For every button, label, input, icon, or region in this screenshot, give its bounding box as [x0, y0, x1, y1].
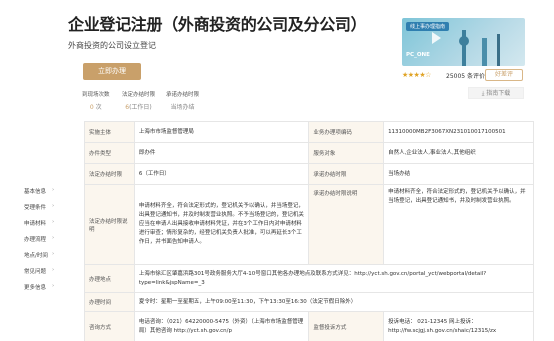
download-guide-button[interactable]: ⤓ 指南下载 — [468, 87, 524, 99]
guide-video-thumbnail[interactable]: 线上事办理指南 PC_ONE — [402, 18, 525, 66]
consult-value: 电话咨询：（021）64220000-5475（外资）（上海市市场监督管理局）其… — [133, 311, 310, 341]
nav-item-materials[interactable]: 申请材料 › — [24, 219, 66, 227]
stat-value: 0 — [89, 104, 94, 111]
video-label: PC_ONE — [406, 52, 430, 58]
skyline-icon — [459, 36, 469, 46]
consult-label: 咨询方式 — [84, 311, 135, 341]
stat-label: 承诺办结时限 — [166, 92, 200, 98]
stat-label: 法定办结时限 — [122, 92, 156, 98]
nav-item-location-time[interactable]: 地点/时间 › — [24, 251, 66, 259]
chevron-right-icon: › — [52, 203, 55, 209]
nav-item-process[interactable]: 办理流程 › — [24, 235, 66, 243]
legal-limit-label: 法定办结时限 — [84, 163, 135, 185]
complaint-value: 投诉电话： 021-12345 网上投诉：http://fw.scjgj.sh.… — [383, 311, 534, 341]
table-row: 咨询方式 电话咨询：（021）64220000-5475（外资）（上海市市场监督… — [84, 311, 534, 341]
nav-item-basic-info[interactable]: 基本信息 › — [24, 187, 66, 195]
nav-label: 更多信息 — [24, 285, 47, 291]
nav-label: 常见问题 — [24, 269, 47, 275]
chevron-right-icon: › — [52, 283, 55, 289]
nav-item-faq[interactable]: 常见问题 › — [24, 267, 66, 275]
nav-item-more-info[interactable]: 更多信息 › — [24, 283, 66, 291]
nav-item-conditions[interactable]: 受理条件 › — [24, 203, 66, 211]
complaint-label: 监督投诉方式 — [308, 311, 385, 341]
promise-desc-value: 申请材料齐全，符合法定形式的，登记机关予以确认，并当场登记，出具登记通知书，并及… — [383, 184, 534, 265]
nav-label: 办理流程 — [24, 237, 47, 243]
service-details-table: 实施主体 上海市市场监督管理局 业务办理项编码 11310000MB2F3067… — [84, 121, 535, 341]
table-row: 办件类型 即办件 服务对象 自然人,企业法人,事业法人,其他组织 — [84, 142, 534, 164]
legal-limit-value: 6（工作日） — [133, 163, 310, 185]
impl-code-label: 业务办理项编码 — [308, 121, 385, 143]
service-object-label: 服务对象 — [308, 142, 385, 164]
chevron-right-icon: › — [52, 251, 55, 257]
table-row: 法定办结时限 6（工作日） 承诺办结时限 当场办结 — [84, 163, 534, 185]
page-title: 企业登记注册（外商投资的公司及分公司） — [68, 15, 367, 34]
time-value: 夏令时：星期一至星期五，上午09:00至11:30，下午13:30至16:30（… — [133, 292, 535, 312]
impl-subject-value: 上海市市场监督管理局 — [133, 121, 310, 143]
stat-unit: (工作日) — [129, 104, 152, 111]
chevron-right-icon: › — [52, 235, 55, 241]
chevron-right-icon: › — [52, 187, 55, 193]
handle-type-label: 办件类型 — [84, 142, 135, 164]
chevron-right-icon: › — [52, 267, 55, 273]
impl-subject-label: 实施主体 — [84, 121, 135, 143]
nav-label: 基本信息 — [24, 189, 47, 195]
location-label: 办理地点 — [84, 264, 135, 293]
promise-limit-value: 当场办结 — [383, 163, 534, 185]
stat-label: 到现场次数 — [82, 92, 110, 98]
promise-limit-label: 承诺办结时限 — [308, 163, 385, 185]
review-button[interactable]: 好差评 — [485, 69, 523, 81]
nav-label: 受理条件 — [24, 205, 47, 211]
table-row: 办理地点 上海市徐汇区肇嘉浜路301号政务服务大厅4-10号窗口其他各办理地点及… — [84, 264, 535, 293]
table-row: 法定办结时限说明 申请材料齐全，符合法定形式的，登记机关予以确认，并当场登记，出… — [84, 184, 534, 265]
handle-type-value: 即办件 — [133, 142, 310, 164]
play-icon[interactable] — [432, 32, 441, 44]
apply-button[interactable]: 立即办理 — [83, 63, 141, 80]
legal-desc-label: 法定办结时限说明 — [84, 184, 135, 265]
rating-score: 25005 条评价 — [446, 73, 485, 80]
impl-code-value: 11310000MB2F3067XN231010017100501 — [383, 121, 534, 143]
page-subtitle: 外商投资的公司设立登记 — [68, 41, 156, 50]
stat-legal-limit: 法定办结时限 6(工作日) — [122, 90, 155, 111]
nav-label: 申请材料 — [24, 221, 47, 227]
legal-desc-value: 申请材料齐全，符合法定形式的，登记机关予以确认，并当场登记，出具登记通知书，并及… — [133, 184, 310, 265]
stat-unit: 当场办结 — [170, 104, 195, 111]
stat-unit: 次 — [95, 104, 102, 111]
video-badge: 线上事办理指南 — [406, 22, 450, 31]
stat-promise-limit: 承诺办结时限 当场办结 — [166, 90, 199, 111]
time-label: 办理时间 — [84, 292, 135, 312]
skyline-icon — [497, 34, 500, 66]
service-object-value: 自然人,企业法人,事业法人,其他组织 — [383, 142, 534, 164]
chevron-right-icon: › — [52, 219, 55, 225]
promise-desc-label: 承诺办结时限说明 — [308, 184, 385, 265]
nav-label: 地点/时间 — [24, 253, 48, 259]
skyline-icon — [482, 38, 487, 66]
table-row: 实施主体 上海市市场监督管理局 业务办理项编码 11310000MB2F3067… — [84, 121, 534, 143]
table-row: 办理时间 夏令时：星期一至星期五，上午09:00至11:30，下午13:30至1… — [84, 292, 535, 312]
location-value: 上海市徐汇区肇嘉浜路301号政务服务大厅4-10号窗口其他各办理地点及联系方式详… — [133, 264, 535, 293]
stat-visits: 到现场次数 0 次 — [82, 90, 110, 111]
rating-stars: ★★★★☆ — [402, 71, 431, 79]
download-label: 指南下载 — [486, 90, 511, 97]
